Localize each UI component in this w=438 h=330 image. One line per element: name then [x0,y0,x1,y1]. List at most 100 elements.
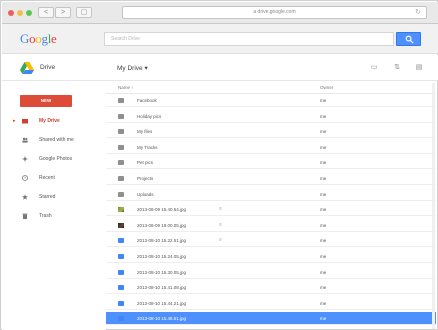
sidebar-toggle-button[interactable]: ▢ [76,7,92,18]
star-icon [22,194,28,200]
file-row[interactable]: 2013-08-10 15.24.05.jpg me [106,250,436,263]
file-name: Holiday pics [137,113,162,119]
google-logo[interactable]: Google [20,31,57,47]
folder-icon [118,176,124,181]
owner-column-header[interactable]: Owner [320,82,333,94]
drive-logo-icon [20,62,34,74]
expand-caret-icon[interactable]: ▸ [13,115,16,127]
photo-thumbnail-icon [118,207,124,213]
file-row[interactable]: Holiday pics me [106,110,436,123]
file-row[interactable]: Uploads me [106,188,436,201]
file-row[interactable]: 2013-08-09 15.40.54.jpg ≡ me [106,203,436,217]
file-name: Pet pics [137,160,154,166]
sidebar-item-photos[interactable]: Google Photos [2,153,106,165]
sidebar-item-starred[interactable]: Starred [2,191,106,203]
browser-window: < > ▢ a drive.google.com ↻ Google Search… [0,0,438,330]
folder-icon [118,129,124,135]
search-button[interactable] [396,32,421,46]
browser-toolbar: < > ▢ a drive.google.com ↻ [2,2,438,24]
url-text: a drive.google.com [253,9,296,15]
file-owner: me [320,98,327,103]
file-row[interactable]: 2013-08-10 15.22.51.jpg ≡ me [106,234,436,248]
clock-icon [22,175,28,181]
drive-toolbar: Drive My Drive ▾ ▭ ⇅ ▤ [2,55,438,81]
file-name: 2013-08-09 19.00.05.jpg [137,222,187,228]
photos-icon [22,156,28,162]
new-button[interactable]: NEW [20,95,72,107]
file-name: Uploads [137,191,154,197]
address-bar[interactable]: a drive.google.com ↻ [122,6,427,19]
file-row[interactable]: 2013-08-10 15.30.05.jpg me [106,266,436,279]
file-owner: me [320,254,327,259]
file-name: Facebook [137,98,157,103]
back-button[interactable]: < [38,7,54,18]
file-name: 2013-08-09 15.40.54.jpg [137,207,187,213]
close-window-button[interactable] [8,10,14,16]
reload-icon[interactable]: ↻ [415,7,421,18]
image-file-icon [118,300,124,306]
file-name: 2013-08-10 15.41.08.jpg [137,285,187,291]
file-name: 2013-08-10 15.22.51.jpg [137,238,187,244]
file-owner: me [320,129,327,135]
zoom-window-button[interactable] [26,10,32,16]
file-row[interactable]: Projects me [106,172,436,185]
shared-icon: ≡ [219,221,222,228]
file-row[interactable]: Pet pics me [106,156,436,170]
file-list: Name ↑ Owner Facebook me Holiday pics me My … [106,82,436,330]
sidebar-item-shared[interactable]: Shared with me [2,134,106,146]
file-name: My files [137,129,153,135]
file-name: 2013-08-10 15.48.51.jpg [137,316,187,322]
minimize-window-button[interactable] [17,10,23,16]
file-owner: me [320,269,327,275]
file-owner: me [320,176,327,181]
image-file-icon [118,238,124,244]
file-row[interactable]: 2013-08-10 15.48.51.jpg me [106,312,436,326]
forward-button[interactable]: > [55,7,71,18]
file-row[interactable]: 2013-08-10 15.44.21.jpg me [106,297,436,310]
drive-label: Drive [40,64,56,71]
file-owner: me [320,144,327,150]
file-owner: me [320,113,327,119]
list-header: Name ↑ Owner [106,82,436,94]
file-row[interactable]: 2013-08-09 19.00.05.jpg ≡ me [106,219,436,232]
file-owner: me [320,316,327,322]
my-drive-icon [22,119,28,124]
sidebar-item-trash[interactable]: Trash [2,210,106,222]
file-owner: me [320,300,327,306]
file-name: My Tracks [137,144,158,150]
sidebar: NEW ▸ My Drive Shared with me Google Pho… [2,82,106,330]
file-owner: me [320,191,327,197]
folder-icon [118,144,124,150]
location-dropdown[interactable]: My Drive ▾ [117,64,148,72]
trash-icon [22,213,28,219]
drive-header: Google Search Drive [2,24,438,54]
image-file-icon [118,254,124,259]
file-row[interactable]: My files me [106,125,436,139]
shared-icon: ≡ [219,206,222,213]
file-row[interactable]: 2013-08-10 15.41.08.jpg me [106,281,436,295]
name-column-header[interactable]: Name ↑ [118,82,134,94]
file-name: 2013-08-10 15.44.21.jpg [137,300,187,306]
folder-icon [118,191,124,197]
scrollbar[interactable] [432,83,435,329]
file-name: 2013-08-10 15.30.05.jpg [137,269,187,275]
settings-icon[interactable]: ▤ [413,63,425,72]
sort-icon[interactable]: ⇅ [391,63,403,72]
photo-thumbnail-icon [118,222,124,228]
file-name: Projects [137,176,154,181]
image-file-icon [118,269,124,275]
search-input[interactable]: Search Drive [104,32,394,46]
people-icon [22,137,28,143]
file-owner: me [320,160,327,166]
sidebar-item-recent[interactable]: Recent [2,172,106,184]
search-icon [405,35,414,44]
file-name: 2013-08-10 15.24.05.jpg [137,254,187,259]
sidebar-item-my-drive[interactable]: ▸ My Drive [2,115,106,127]
file-row[interactable]: Facebook me [106,94,436,107]
image-file-icon [118,285,124,291]
file-owner: me [320,207,327,213]
shared-icon: ≡ [219,237,222,244]
link-icon[interactable]: ▭ [368,63,380,72]
folder-icon [118,160,124,166]
file-row[interactable]: My Tracks me [106,141,436,154]
